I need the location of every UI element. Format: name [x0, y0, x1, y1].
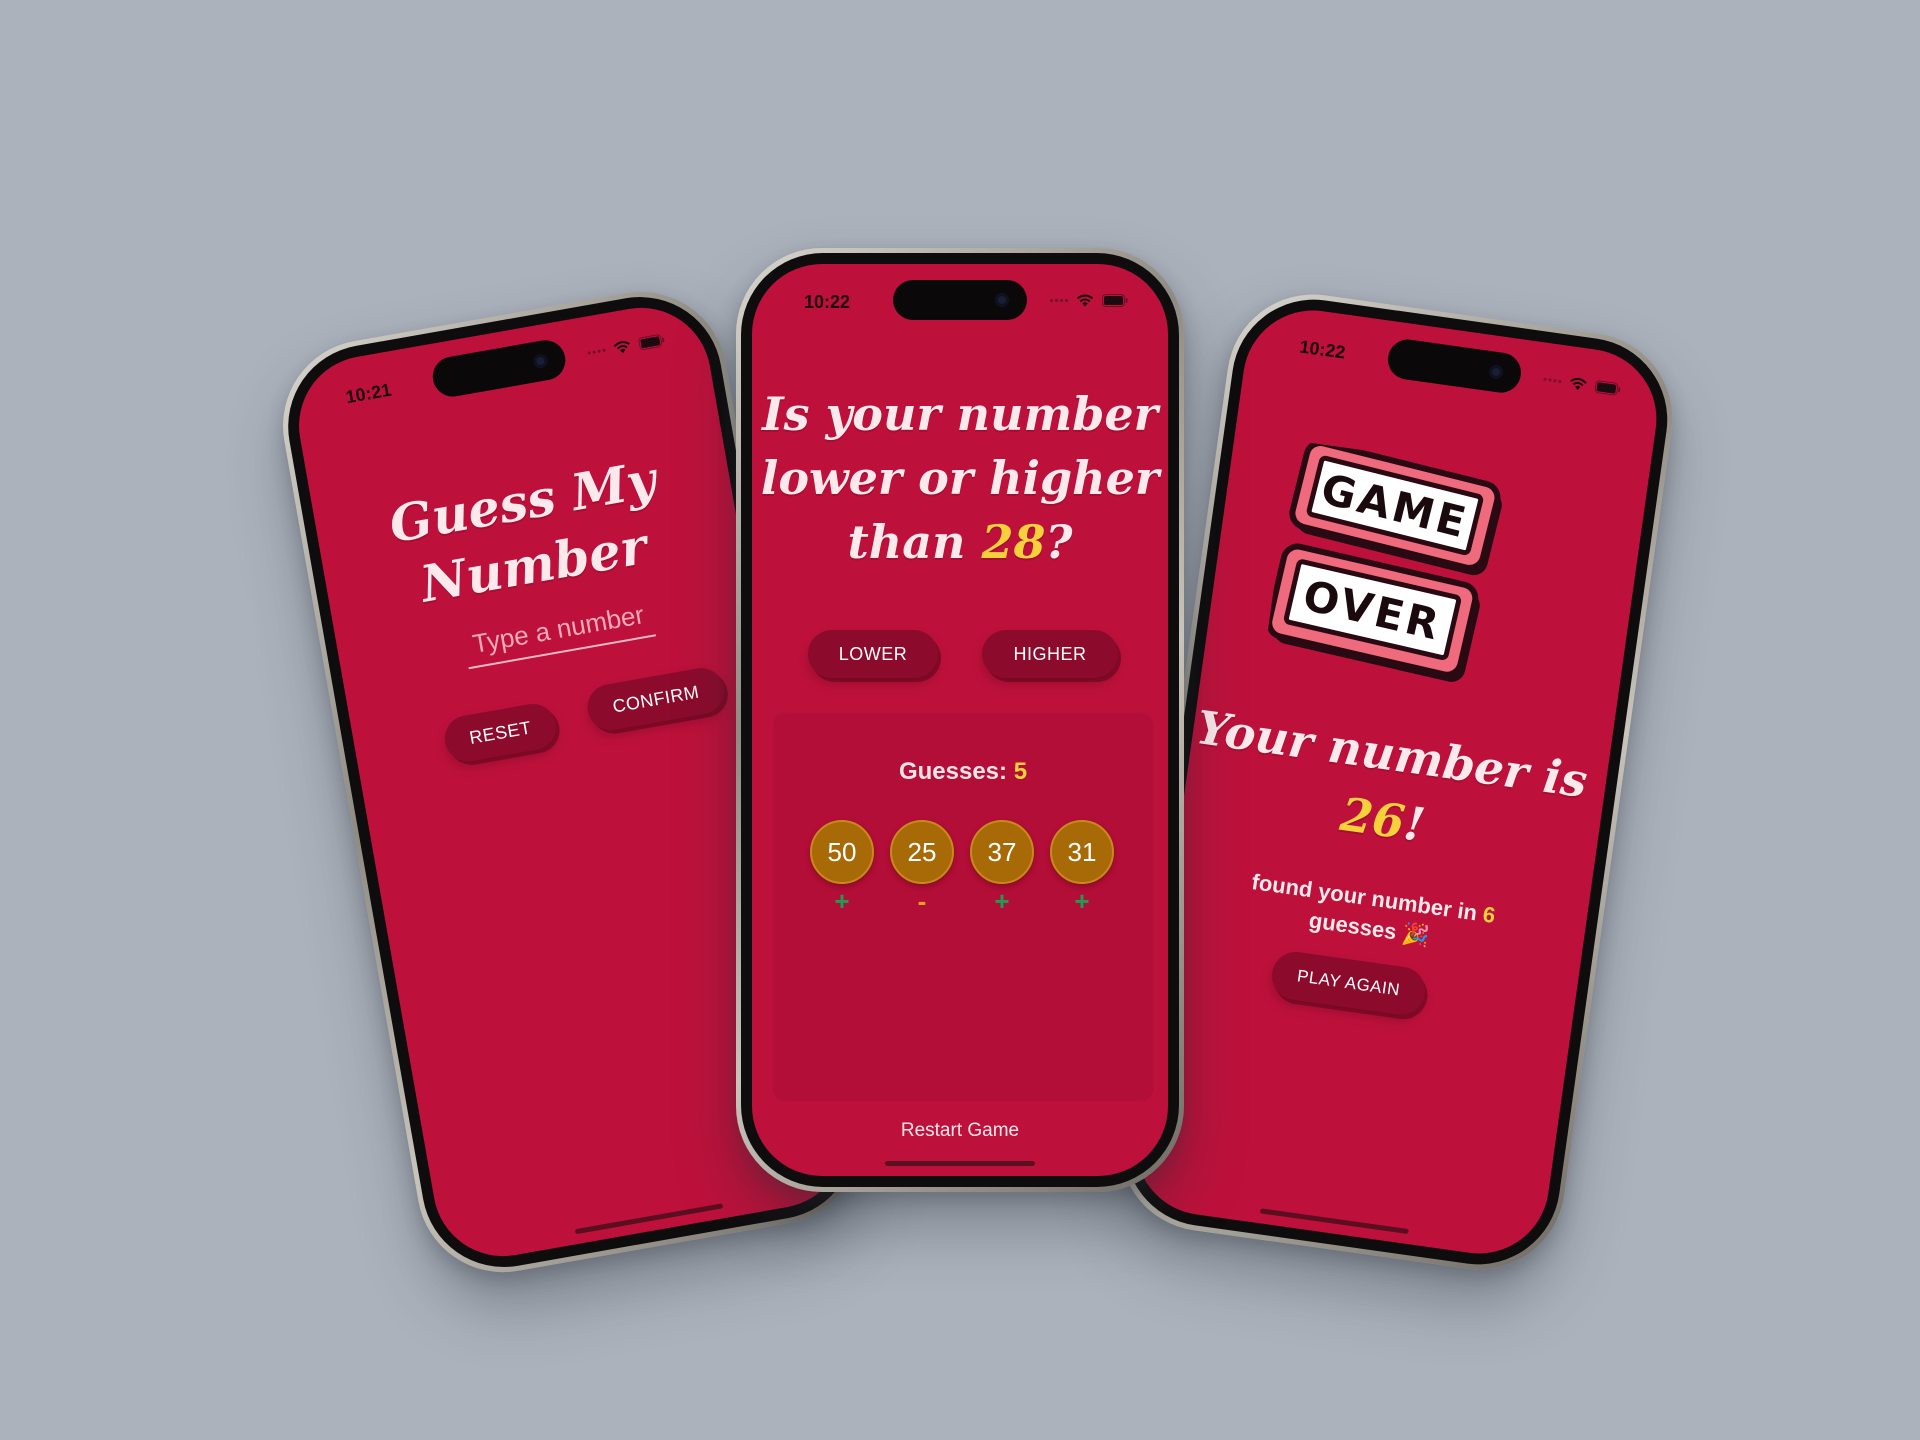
status-time: 10:22	[804, 292, 851, 312]
battery-icon	[638, 333, 666, 350]
phone-game-screen: 10:22 Is your number lower or higher tha…	[736, 248, 1184, 1192]
lower-button[interactable]: LOWER	[808, 630, 938, 678]
home-indicator	[574, 1203, 724, 1235]
guess-value: 50	[810, 820, 874, 884]
dynamic-island	[1385, 336, 1524, 396]
result-title: Your number is 26!	[1150, 689, 1624, 884]
wifi-icon	[1568, 376, 1588, 391]
game-over-screen: 10:22 GAME OVER Your number is 26! found…	[1126, 301, 1666, 1263]
game-over-illustration: GAME OVER	[1266, 440, 1502, 682]
wifi-icon	[1076, 294, 1094, 307]
status-icons	[1543, 373, 1622, 397]
guess-question: Is your number lower or higher than 28?	[752, 382, 1168, 574]
question-line3: than 28?	[752, 510, 1168, 574]
guess-direction: +	[1074, 886, 1090, 916]
guess-value: 25	[890, 820, 954, 884]
camera-icon	[995, 293, 1009, 307]
question-line1: Is your number	[762, 387, 1158, 441]
guess-item: 25 -	[890, 820, 954, 914]
higher-button[interactable]: HIGHER	[982, 630, 1118, 678]
question-prefix: than	[847, 515, 982, 569]
dynamic-island	[893, 280, 1027, 320]
dynamic-island	[429, 337, 569, 400]
battery-icon	[1102, 294, 1128, 307]
app-title: Guess My Number	[312, 435, 744, 633]
guess-direction: +	[994, 886, 1010, 916]
status-icons	[587, 333, 666, 359]
signal-icon	[1050, 299, 1068, 302]
guess-direction: -	[917, 886, 927, 916]
play-again-button[interactable]: PLAY AGAIN	[1268, 948, 1429, 1018]
guess-value: 31	[1050, 820, 1114, 884]
restart-game-button[interactable]: Restart Game	[752, 1120, 1168, 1142]
result-number: 26	[1337, 786, 1409, 850]
signal-icon	[1543, 377, 1562, 384]
guess-list: 50 + 25 - 37 + 31 +	[810, 820, 1114, 914]
guess-item: 37 +	[970, 820, 1034, 914]
phone-game-over-screen: 10:22 GAME OVER Your number is 26! found…	[1108, 283, 1684, 1281]
guess-direction: +	[834, 886, 850, 916]
guess-value: 37	[970, 820, 1034, 884]
battery-icon	[1594, 380, 1622, 396]
confirm-button[interactable]: CONFIRM	[583, 664, 728, 734]
current-guess: 28	[981, 515, 1046, 569]
summary-text: found your number in 6 guesses 🎉	[1159, 855, 1583, 973]
phone-bezel: 10:22 GAME OVER Your number is 26! found…	[1114, 289, 1678, 1275]
signal-icon	[587, 348, 606, 355]
number-input[interactable]	[462, 597, 656, 670]
status-time: 10:21	[344, 379, 393, 408]
status-icons	[1050, 294, 1128, 307]
guess-log-panel: Guesses: 5 50 + 25 - 37 + 31 +	[772, 712, 1154, 1102]
camera-icon	[1488, 364, 1504, 380]
guesses-label: Guesses: 5	[772, 758, 1154, 786]
reset-button[interactable]: RESET	[441, 700, 560, 766]
home-indicator	[1259, 1208, 1409, 1235]
guesses-label-text: Guesses:	[898, 758, 1014, 785]
guess-item: 31 +	[1050, 820, 1114, 914]
guesses-count: 5	[1013, 758, 1028, 785]
game-screen: 10:22 Is your number lower or higher tha…	[752, 264, 1168, 1176]
home-indicator	[885, 1161, 1035, 1166]
guess-item: 50 +	[810, 820, 874, 914]
camera-icon	[532, 352, 549, 370]
question-line2: lower or higher	[760, 451, 1160, 505]
summary-count: 6	[1481, 901, 1497, 928]
wifi-icon	[612, 339, 632, 355]
status-time: 10:22	[1298, 336, 1347, 363]
phone-bezel: 10:22 Is your number lower or higher tha…	[741, 253, 1179, 1187]
question-suffix: ?	[1045, 515, 1073, 569]
